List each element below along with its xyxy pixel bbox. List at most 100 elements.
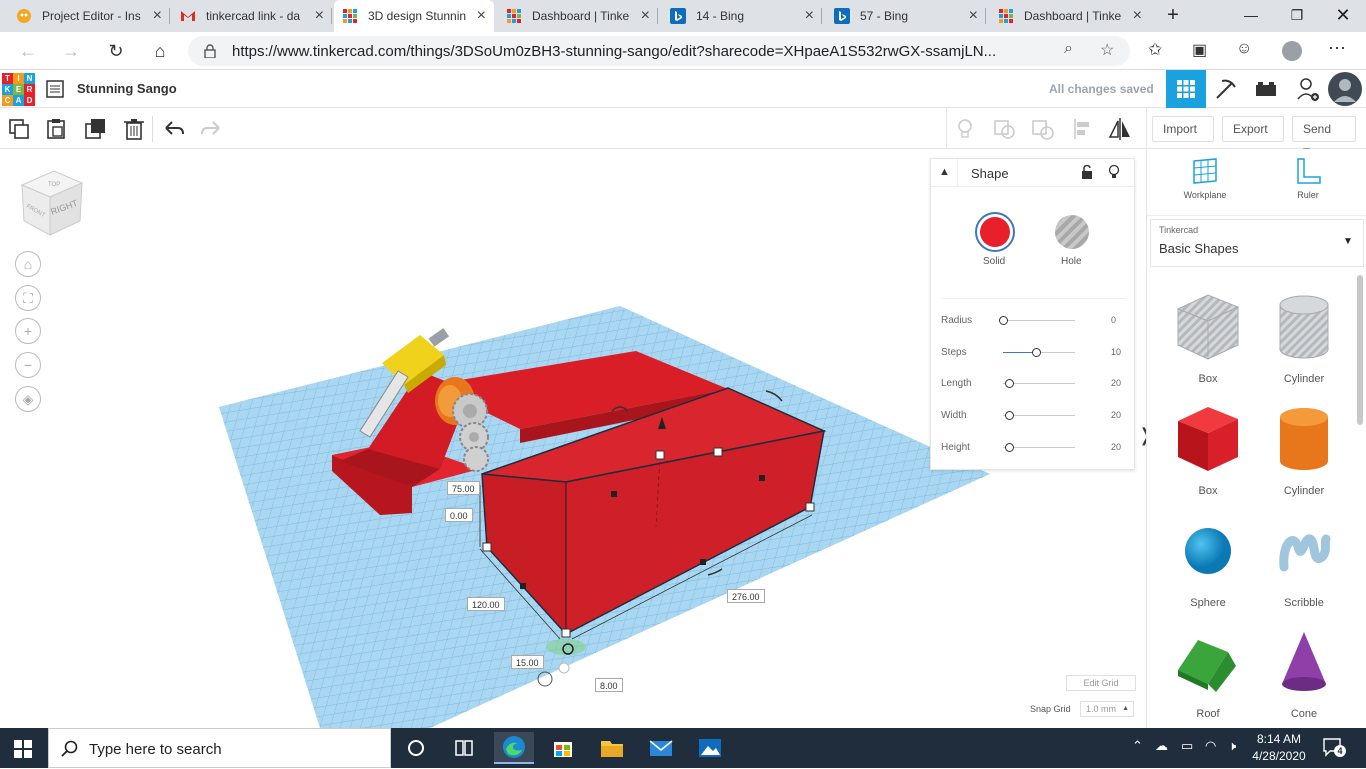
- view-cube[interactable]: TOP FRONT RIGHT: [18, 169, 84, 237]
- volume-icon[interactable]: 🕨: [1228, 738, 1236, 754]
- workplane-button[interactable]: Workplane: [1177, 157, 1233, 207]
- edge-taskbar-button[interactable]: [494, 732, 534, 764]
- favorite-star-icon[interactable]: ☆: [1100, 40, 1114, 60]
- notification-button[interactable]: 4: [1322, 737, 1346, 757]
- delete-button[interactable]: [121, 116, 147, 142]
- light-bulb-button[interactable]: [952, 116, 978, 142]
- param-slider-knob[interactable]: [1005, 379, 1014, 388]
- more-menu-icon[interactable]: ⋯: [1328, 38, 1346, 59]
- edge-handle[interactable]: [759, 475, 765, 481]
- shape-scribble[interactable]: Scribble: [1264, 513, 1344, 613]
- browser-tab[interactable]: 57 - Bing ×: [826, 0, 986, 32]
- close-window-button[interactable]: ✕: [1320, 0, 1366, 32]
- zoom-out-button[interactable]: −: [15, 352, 41, 378]
- send-to-button[interactable]: Send To: [1292, 116, 1356, 160]
- param-value[interactable]: 20: [1111, 410, 1121, 420]
- edit-grid-button[interactable]: Edit Grid: [1066, 675, 1136, 691]
- param-slider-knob[interactable]: [1005, 411, 1014, 420]
- collapse-icon[interactable]: ▲: [939, 166, 950, 178]
- paste-button[interactable]: [43, 116, 69, 142]
- param-value[interactable]: 20: [1111, 378, 1121, 388]
- onedrive-icon[interactable]: ☁: [1155, 738, 1168, 754]
- tinkercad-logo[interactable]: T I N K E R C A D: [2, 73, 36, 107]
- close-tab-icon[interactable]: ×: [969, 7, 978, 25]
- feedback-icon[interactable]: ☺: [1236, 40, 1252, 58]
- design-title[interactable]: Stunning Sango: [77, 81, 177, 96]
- shape-cylinder-hole[interactable]: Cylinder: [1264, 289, 1344, 389]
- browser-tab[interactable]: 14 - Bing ×: [662, 0, 822, 32]
- edge-handle[interactable]: [611, 491, 617, 497]
- close-tab-icon[interactable]: ×: [1133, 7, 1142, 25]
- ruler-button[interactable]: Ruler: [1283, 157, 1333, 207]
- shape-box[interactable]: Box: [1168, 401, 1248, 501]
- view-3d-button[interactable]: [1166, 70, 1206, 108]
- resize-handle[interactable]: [805, 502, 815, 512]
- param-slider-knob[interactable]: [1005, 443, 1014, 452]
- close-tab-icon[interactable]: ×: [315, 7, 324, 25]
- undo-button[interactable]: [161, 116, 187, 142]
- collections-icon[interactable]: ▣: [1192, 40, 1207, 60]
- browser-tab[interactable]: Dashboard | Tinke ×: [990, 0, 1150, 32]
- ungroup-button[interactable]: [1030, 116, 1056, 142]
- width-dimension[interactable]: 120.00: [467, 597, 505, 611]
- close-tab-icon[interactable]: ×: [477, 7, 486, 25]
- new-tab-button[interactable]: +: [1150, 0, 1196, 32]
- duplicate-button[interactable]: [83, 116, 109, 142]
- perspective-button[interactable]: ◈: [15, 386, 41, 412]
- wifi-icon[interactable]: ◠: [1205, 738, 1216, 754]
- photos-button[interactable]: [690, 732, 730, 764]
- url-field[interactable]: https://www.tinkercad.com/things/3DSoUm0…: [188, 36, 1130, 66]
- expand-panel-icon[interactable]: ❭: [1138, 425, 1146, 446]
- fit-view-button[interactable]: ⛶: [15, 285, 41, 311]
- refresh-button[interactable]: ↻: [102, 37, 130, 65]
- zoom-in-button[interactable]: +: [15, 318, 41, 344]
- cortana-button[interactable]: [396, 732, 436, 764]
- light-bulb-icon[interactable]: [1108, 164, 1120, 179]
- file-explorer-button[interactable]: [592, 732, 632, 764]
- height-dimension[interactable]: 75.00: [447, 481, 480, 495]
- group-button[interactable]: [992, 116, 1018, 142]
- resize-handle[interactable]: [482, 542, 492, 552]
- bricks-button[interactable]: [1246, 70, 1286, 108]
- browser-tab[interactable]: Dashboard | Tinke ×: [498, 0, 658, 32]
- shape-cone[interactable]: Cone: [1264, 624, 1344, 724]
- resize-handle[interactable]: [655, 450, 665, 460]
- close-tab-icon[interactable]: ×: [805, 7, 814, 25]
- panel-scrollbar[interactable]: [1357, 275, 1363, 425]
- copy-button[interactable]: [6, 116, 32, 142]
- param-slider[interactable]: [1003, 320, 1075, 321]
- redo-button[interactable]: [198, 116, 224, 142]
- shape-sphere[interactable]: Sphere: [1168, 513, 1248, 613]
- length-dimension[interactable]: 276.00: [727, 589, 765, 603]
- back-button[interactable]: ←: [14, 37, 42, 65]
- home-button[interactable]: ⌂: [146, 37, 174, 65]
- taskbar-clock[interactable]: 8:14 AM 4/28/2020: [1244, 731, 1314, 765]
- taskbar-search-box[interactable]: Type here to search: [48, 728, 391, 768]
- ruler-plus-icon[interactable]: [558, 662, 570, 674]
- minimize-button[interactable]: —: [1228, 0, 1274, 32]
- browser-tab[interactable]: Project Editor - Ins ×: [8, 0, 170, 32]
- forward-button[interactable]: →: [57, 37, 85, 65]
- home-view-button[interactable]: ⌂: [15, 251, 41, 277]
- zoom-icon[interactable]: ⌕: [1064, 40, 1073, 58]
- user-avatar[interactable]: [1326, 70, 1366, 108]
- show-hidden-icons[interactable]: ⌃: [1132, 738, 1143, 754]
- shape-box-hole[interactable]: Box: [1168, 289, 1248, 389]
- elevation-dimension[interactable]: 0.00: [445, 508, 473, 522]
- mail-button[interactable]: [641, 732, 681, 764]
- param-value[interactable]: 20: [1111, 442, 1121, 452]
- resize-handle[interactable]: [713, 447, 723, 457]
- lock-icon[interactable]: [1081, 165, 1093, 179]
- close-tab-icon[interactable]: ×: [153, 7, 162, 25]
- solid-button[interactable]: [975, 212, 1015, 252]
- snap-grid-select[interactable]: 1.0 mm ▲: [1080, 701, 1134, 717]
- shape-roof[interactable]: Roof: [1168, 624, 1248, 724]
- resize-handle[interactable]: [561, 628, 571, 638]
- close-tab-icon[interactable]: ×: [641, 7, 650, 25]
- hole-button[interactable]: [1055, 215, 1089, 249]
- maximize-button[interactable]: ❐: [1274, 0, 1320, 32]
- export-button[interactable]: Export: [1222, 116, 1284, 142]
- 3d-workspace[interactable]: 75.00 0.00 120.00 276.00 15.00 8.00 TOP …: [0, 149, 1146, 728]
- design-list-icon[interactable]: [46, 80, 64, 98]
- param-slider-knob[interactable]: [999, 316, 1008, 325]
